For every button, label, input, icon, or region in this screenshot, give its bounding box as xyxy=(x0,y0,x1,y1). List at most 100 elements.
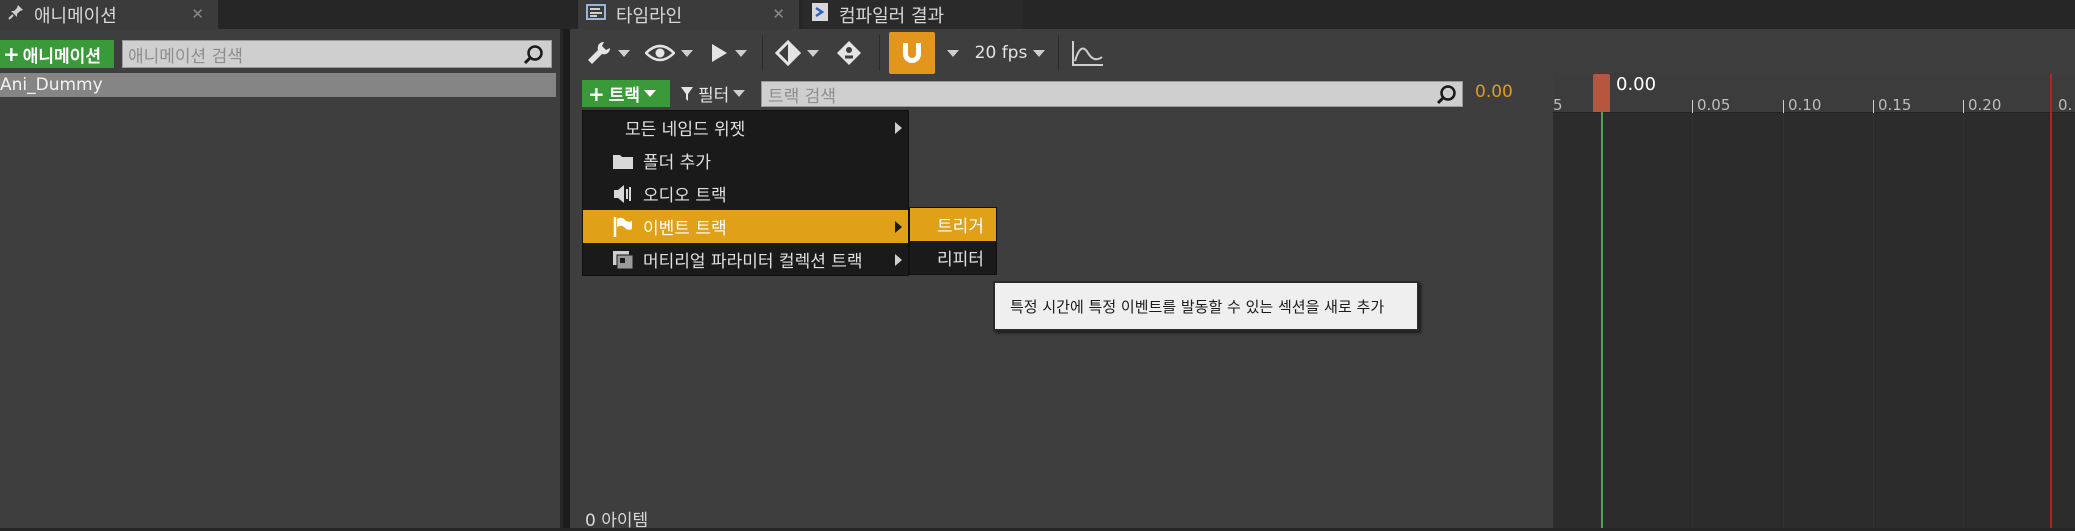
menu-item-label: 머티리얼 파라미터 컬렉션 트랙 xyxy=(643,252,863,272)
plus-icon: + xyxy=(588,81,605,106)
menu-item-add-folder[interactable]: 폴더 추가 xyxy=(583,144,908,177)
animations-panel xyxy=(0,29,560,528)
add-track-menu: 모든 네임드 위젯 폴더 추가 오디오 트랙 이벤트 트랙 머티리얼 파라미터 … xyxy=(582,110,909,276)
current-time-readout[interactable]: 0.00 xyxy=(1475,82,1513,102)
submenu-item-trigger[interactable]: 트리거 xyxy=(910,208,996,241)
track-search-placeholder: 트랙 검색 xyxy=(768,86,836,107)
tick-label: 0. xyxy=(2058,96,2073,114)
menu-item-event-track[interactable]: 이벤트 트랙 xyxy=(583,210,908,243)
tick-label: 5 xyxy=(1553,96,1563,114)
chevron-down-icon xyxy=(618,49,630,57)
playhead-line[interactable] xyxy=(1601,112,1603,528)
add-animation-button[interactable]: + 애니메이션 xyxy=(0,40,114,68)
tab-animations[interactable]: 애니메이션 ✕ xyxy=(0,0,218,29)
animation-search-placeholder: 애니메이션 검색 xyxy=(128,46,243,67)
submenu-item-label: 리피터 xyxy=(937,250,984,270)
menu-item-all-named-widgets[interactable]: 모든 네임드 위젯 xyxy=(583,111,908,144)
eye-icon xyxy=(645,44,675,62)
tick-mark xyxy=(1783,100,1784,113)
speaker-icon xyxy=(611,183,635,205)
close-icon[interactable]: ✕ xyxy=(772,5,785,23)
list-item[interactable]: Ani_Dummy xyxy=(0,73,556,97)
tick-mark xyxy=(1692,100,1693,113)
key-tag-icon xyxy=(837,41,861,65)
grid-line xyxy=(1963,113,1964,528)
curve-editor-button[interactable] xyxy=(1065,33,1111,73)
chevron-down-icon xyxy=(807,49,819,57)
close-icon[interactable]: ✕ xyxy=(191,5,204,23)
panel-splitter[interactable] xyxy=(563,29,570,528)
filter-dropdown[interactable]: 필터 xyxy=(676,80,753,107)
submenu-arrow-icon xyxy=(895,122,902,134)
grid-line xyxy=(1783,113,1784,528)
animation-name: Ani_Dummy xyxy=(0,75,103,95)
plus-icon: + xyxy=(3,42,20,66)
framerate-value: 20 fps xyxy=(974,43,1028,63)
material-collection-icon xyxy=(611,249,635,271)
playhead-time-label: 0.00 xyxy=(1616,74,1657,95)
search-icon xyxy=(523,45,543,65)
item-count: 0 아이템 xyxy=(585,511,649,531)
tick-label: 0.05 xyxy=(1697,96,1731,114)
key-tangent-button[interactable] xyxy=(825,33,873,73)
compiler-icon xyxy=(811,2,829,27)
search-icon xyxy=(1436,85,1456,105)
tooltip-text: 특정 시간에 특정 이벤트를 발동할 수 있는 섹션을 새로 추가 xyxy=(1010,297,1385,316)
settings-button[interactable] xyxy=(578,33,638,73)
submenu-arrow-icon xyxy=(895,221,902,233)
chevron-down-icon xyxy=(733,90,746,97)
menu-item-label: 오디오 트랙 xyxy=(643,186,727,206)
tick-mark xyxy=(1963,100,1964,113)
tick-label: 0.20 xyxy=(1968,96,2002,114)
add-track-button[interactable]: + 트랙 xyxy=(582,80,670,107)
grid-line xyxy=(1873,113,1874,528)
chevron-down-icon xyxy=(1033,49,1046,57)
filter-icon xyxy=(681,86,693,101)
event-track-submenu: 트리거 리피터 xyxy=(909,207,997,275)
key-options-button[interactable] xyxy=(769,33,825,73)
curve-icon xyxy=(1072,41,1103,66)
tab-compiler-results-label: 컴파일러 결과 xyxy=(839,5,945,27)
tick-label: 0.15 xyxy=(1878,96,1912,114)
tab-animations-label: 애니메이션 xyxy=(34,5,117,27)
snap-options-button[interactable] xyxy=(938,33,968,73)
view-options-button[interactable] xyxy=(638,33,700,73)
track-search-input[interactable]: 트랙 검색 xyxy=(761,81,1463,107)
play-icon xyxy=(712,44,727,62)
submenu-arrow-icon xyxy=(895,254,902,266)
framerate-dropdown[interactable]: 20 fps xyxy=(968,33,1052,73)
toolbar-divider xyxy=(762,35,763,71)
animation-search-input[interactable]: 애니메이션 검색 xyxy=(122,40,552,68)
grid-line xyxy=(1692,113,1693,528)
timeline-icon xyxy=(586,3,606,26)
tab-compiler-results[interactable]: 컴파일러 결과 xyxy=(803,0,1023,29)
chevron-down-icon xyxy=(681,49,693,57)
tab-timeline-label: 타임라인 xyxy=(616,5,683,27)
menu-item-label: 이벤트 트랙 xyxy=(643,219,727,239)
timeline-area[interactable] xyxy=(1553,73,2075,528)
tick-label: 0.10 xyxy=(1788,96,1822,114)
playback-button[interactable] xyxy=(700,33,756,73)
tooltip: 특정 시간에 특정 이벤트를 발동할 수 있는 섹션을 새로 추가 xyxy=(993,281,1419,331)
flag-icon xyxy=(611,216,635,238)
folder-icon xyxy=(611,150,635,172)
tab-timeline[interactable]: 타임라인 ✕ xyxy=(578,0,799,29)
magnet-icon xyxy=(889,32,935,74)
submenu-item-repeater[interactable]: 리피터 xyxy=(910,241,996,274)
playhead-handle[interactable] xyxy=(1593,74,1610,112)
add-track-label: 트랙 xyxy=(608,86,641,106)
toolbar-divider xyxy=(879,35,880,71)
menu-item-material-parameter-collection-track[interactable]: 머티리얼 파라미터 컬렉션 트랙 xyxy=(583,243,908,276)
toolbar-divider xyxy=(1058,35,1059,71)
playback-end-marker[interactable] xyxy=(2050,73,2052,528)
snap-toggle-button[interactable] xyxy=(886,32,938,74)
menu-item-label: 모든 네임드 위젯 xyxy=(625,120,746,140)
tick-mark xyxy=(1873,100,1874,113)
key-diamond-icon xyxy=(775,40,801,66)
pin-icon xyxy=(8,4,24,25)
menu-item-audio-track[interactable]: 오디오 트랙 xyxy=(583,177,908,210)
chevron-down-icon xyxy=(735,49,747,57)
chevron-down-icon xyxy=(947,49,959,57)
sequencer-toolbar: 20 fps xyxy=(578,31,1188,75)
wrench-icon xyxy=(588,41,611,64)
